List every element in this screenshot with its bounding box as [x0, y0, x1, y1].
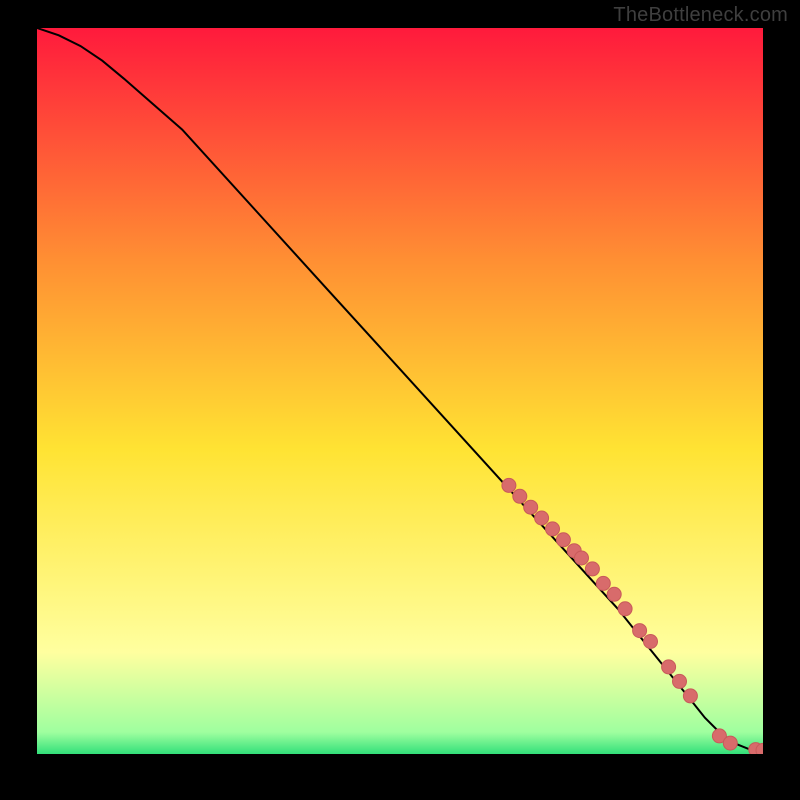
- attribution-text: TheBottleneck.com: [613, 4, 788, 27]
- data-marker: [633, 624, 647, 638]
- data-marker: [596, 576, 610, 590]
- data-marker: [546, 522, 560, 536]
- data-marker: [662, 660, 676, 674]
- data-marker: [556, 533, 570, 547]
- data-marker: [683, 689, 697, 703]
- data-marker: [618, 602, 632, 616]
- data-marker: [575, 551, 589, 565]
- data-marker: [607, 587, 621, 601]
- data-marker: [524, 500, 538, 514]
- data-marker: [502, 478, 516, 492]
- data-marker: [585, 562, 599, 576]
- plot-area: [37, 28, 763, 754]
- data-marker: [723, 736, 737, 750]
- data-marker: [535, 511, 549, 525]
- data-marker: [513, 489, 527, 503]
- data-marker: [673, 674, 687, 688]
- chart-svg: [37, 28, 763, 754]
- chart-stage: TheBottleneck.com: [0, 0, 800, 800]
- data-marker: [644, 635, 658, 649]
